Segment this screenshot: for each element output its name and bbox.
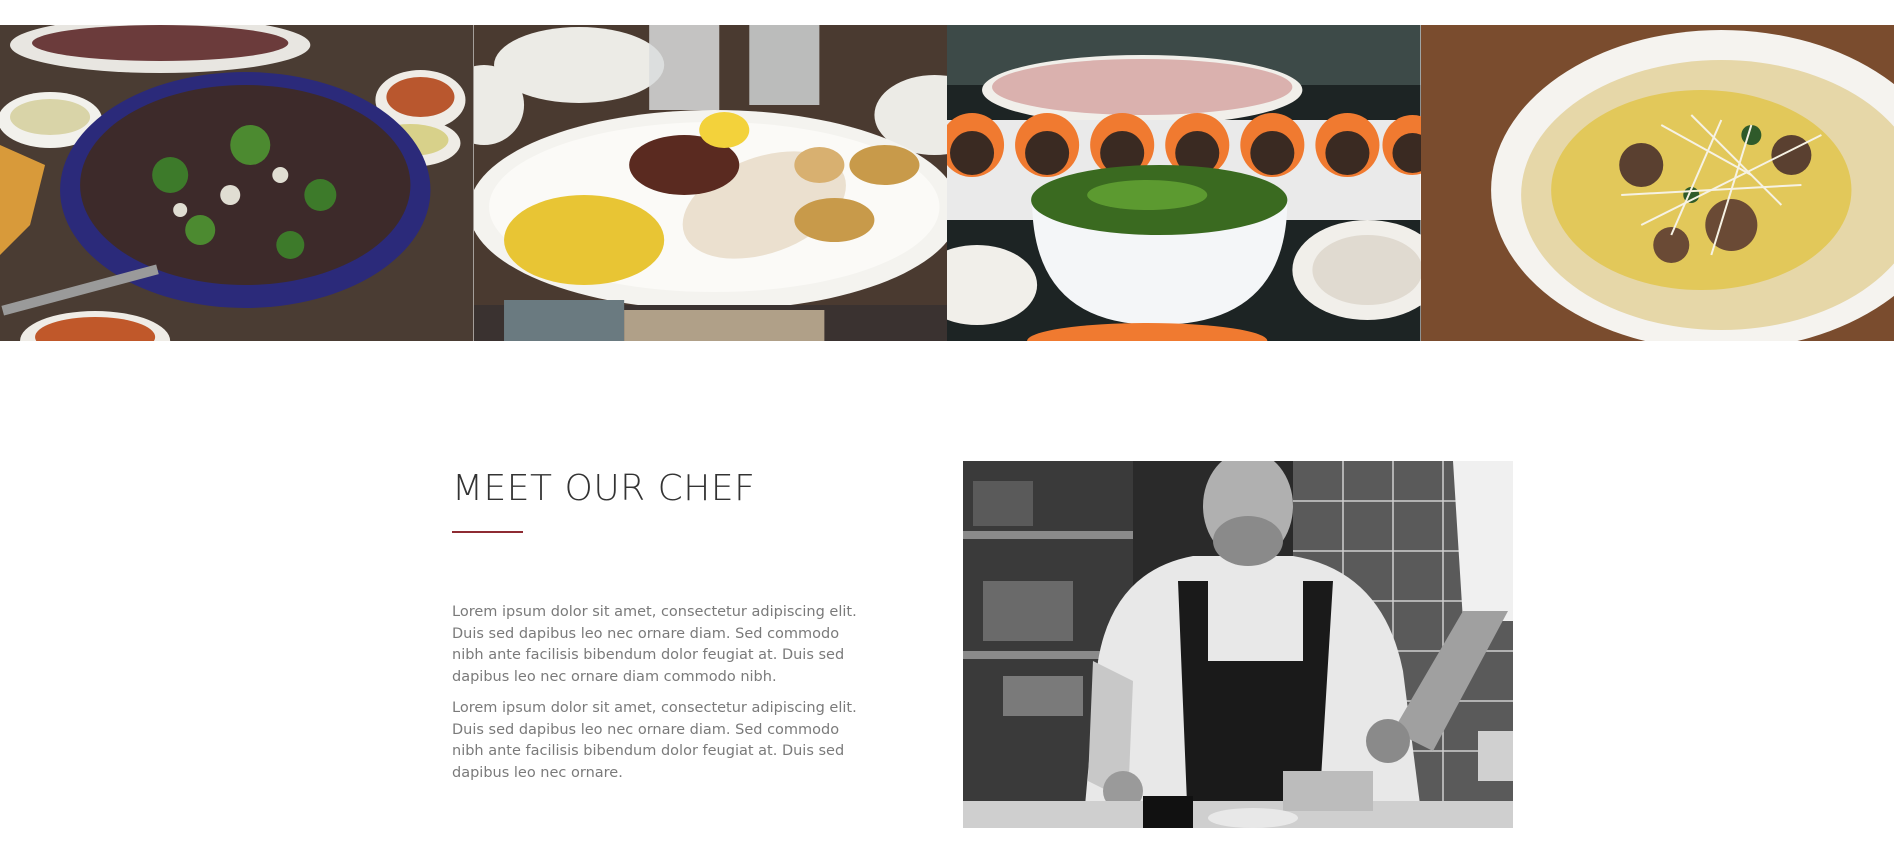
chef-paragraph-1: Lorem ipsum dolor sit amet, consectetur … [452,604,857,685]
gallery-photo-sushi [947,25,1421,341]
gallery-photo-squid [473,25,947,341]
gallery-photo-salad [0,25,474,341]
title-underline [452,531,523,533]
meet-our-chef-section: MEET OUR CHEF Lorem ipsum dolor sit amet… [0,341,1894,859]
food-gallery [0,25,1894,341]
gallery-photo-pasta [1420,25,1894,341]
section-title: MEET OUR CHEF [452,468,756,509]
chef-photo [963,461,1513,828]
chef-paragraph-2: Lorem ipsum dolor sit amet, consectetur … [452,700,857,781]
